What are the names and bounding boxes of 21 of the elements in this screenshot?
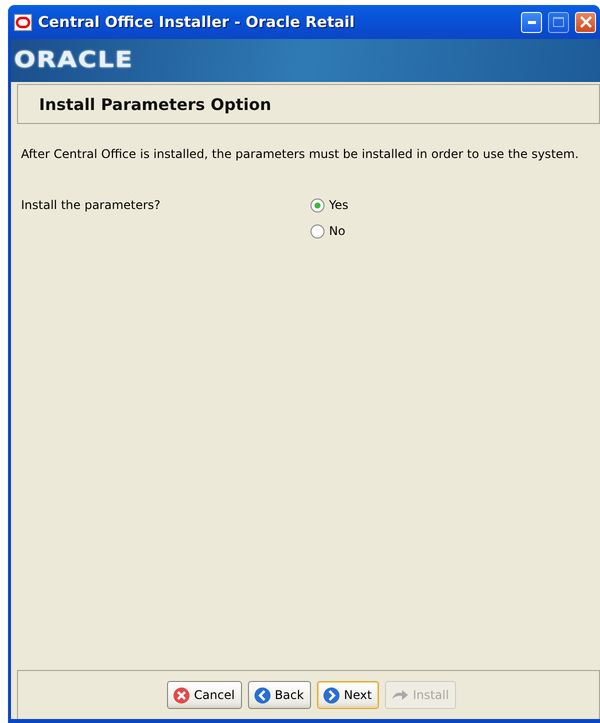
question-label: Install the parameters? [21,197,162,214]
radio-label: Yes [329,198,348,212]
maximize-button[interactable] [548,12,569,32]
description-text: After Central Office is installed, the parameters must be installed in order to use the system. [21,147,580,161]
radio-button[interactable] [310,198,325,212]
close-icon [580,16,592,28]
back-button[interactable]: Back [248,681,311,709]
app-icon [14,14,32,30]
radio-button[interactable] [310,224,325,238]
close-button[interactable] [575,12,596,32]
page-heading: Install Parameters Option [39,94,272,114]
curved-arrow-icon [390,688,409,702]
next-button[interactable]: Next [316,681,379,709]
cancel-icon [173,686,190,704]
oracle-logo: ORACLE [14,48,134,73]
minimize-icon [528,20,536,24]
minimize-button[interactable] [521,12,542,32]
radio-label: No [329,224,346,238]
window-title: Central Office Installer - Oracle Retail [38,13,356,31]
maximize-icon [553,17,564,27]
cancel-button[interactable]: Cancel [167,681,242,709]
